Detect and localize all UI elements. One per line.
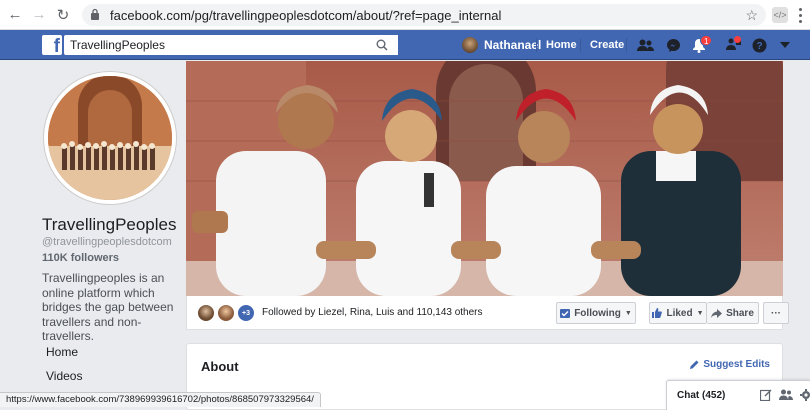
user-profile-link[interactable]: Nathanael [462,37,541,53]
page-title[interactable]: TravellingPeoples [42,215,177,235]
notification-count-badge: 1 [700,35,713,46]
liked-button[interactable]: Liked ▼ [649,302,707,324]
svg-text:?: ? [756,41,762,52]
status-bar-url: https://www.facebook.com/738969939616702… [0,392,321,407]
share-arrow-icon [711,308,723,318]
browser-menu-icon[interactable] [794,6,806,24]
page-bio: Travellingpeoples is an online platform … [42,271,174,343]
bookmark-star-icon[interactable]: ☆ [745,7,758,24]
page-nav: Home Videos [36,341,176,389]
more-options-button[interactable]: ··· [763,302,789,324]
share-button[interactable]: Share [707,302,759,324]
nav-item-videos[interactable]: Videos [36,365,176,389]
following-button[interactable]: Following ▼ [556,302,636,324]
reload-icon[interactable]: ↻ [54,6,72,24]
address-bar-url: facebook.com/pg/travellingpeoplesdotcom/… [110,7,502,23]
avatar [462,37,478,53]
follower-avatar[interactable] [197,304,215,322]
suggest-edits-link[interactable]: Suggest Edits [690,359,770,370]
notification-dot [734,36,741,43]
new-group-icon[interactable] [779,388,793,402]
forward-arrow-icon[interactable]: → [30,6,48,24]
help-icon[interactable]: ? [750,37,768,53]
browser-toolbar: ← → ↻ facebook.com/pg/travellingpeoplesd… [0,0,810,30]
pencil-icon [690,360,699,369]
follow-bar: +3 Followed by Liezel, Rina, Luis and 11… [186,296,789,330]
create-link[interactable]: Create [590,39,624,51]
thumbs-up-icon [652,308,663,318]
facebook-header: f Nathanael Home Create 1 ? [0,30,810,60]
more-followers-badge[interactable]: +3 [237,304,255,322]
messenger-icon[interactable] [664,37,682,53]
following-label: Following [574,307,621,319]
account-menu-chevron-down-icon[interactable] [776,37,794,53]
facebook-logo-icon[interactable]: f [42,35,62,55]
chevron-down-icon: ▼ [696,309,704,317]
divider [626,38,627,52]
search-icon[interactable] [370,36,394,54]
lock-icon [90,8,104,23]
liked-label: Liked [666,307,693,319]
page-username[interactable]: @travellingpeoplesdotcom [42,236,172,248]
back-arrow-icon[interactable]: ← [6,6,24,24]
home-link[interactable]: Home [546,39,577,51]
chevron-down-icon: ▼ [624,309,632,317]
user-name: Nathanael [484,38,542,52]
cover-photo[interactable] [186,61,783,296]
chat-bar[interactable]: Chat (452) [666,380,810,410]
cover-photo-illustration [186,61,783,296]
divider [580,38,581,52]
search-input[interactable] [64,35,398,55]
following-check-icon [560,309,571,318]
friend-requests-icon[interactable] [636,37,654,53]
followers-count: 110K followers [42,252,120,264]
share-label: Share [726,307,754,319]
address-bar[interactable]: facebook.com/pg/travellingpeoplesdotcom/… [82,4,766,26]
divider [536,38,537,52]
compose-icon[interactable] [759,388,773,402]
page-sidebar: TravellingPeoples @travellingpeoplesdotc… [0,61,186,410]
chat-label: Chat (452) [677,390,726,401]
suggest-edits-label: Suggest Edits [703,359,770,370]
profile-picture[interactable] [44,72,176,204]
extension-icon[interactable]: </> [772,7,788,23]
about-heading: About [201,359,239,374]
followed-by-text: Followed by Liezel, Rina, Luis and 110,1… [262,307,483,318]
more-dots-icon: ··· [771,307,781,319]
nav-item-home[interactable]: Home [36,341,176,365]
follower-avatar[interactable] [217,304,235,322]
chat-settings-gear-icon[interactable] [799,388,810,402]
